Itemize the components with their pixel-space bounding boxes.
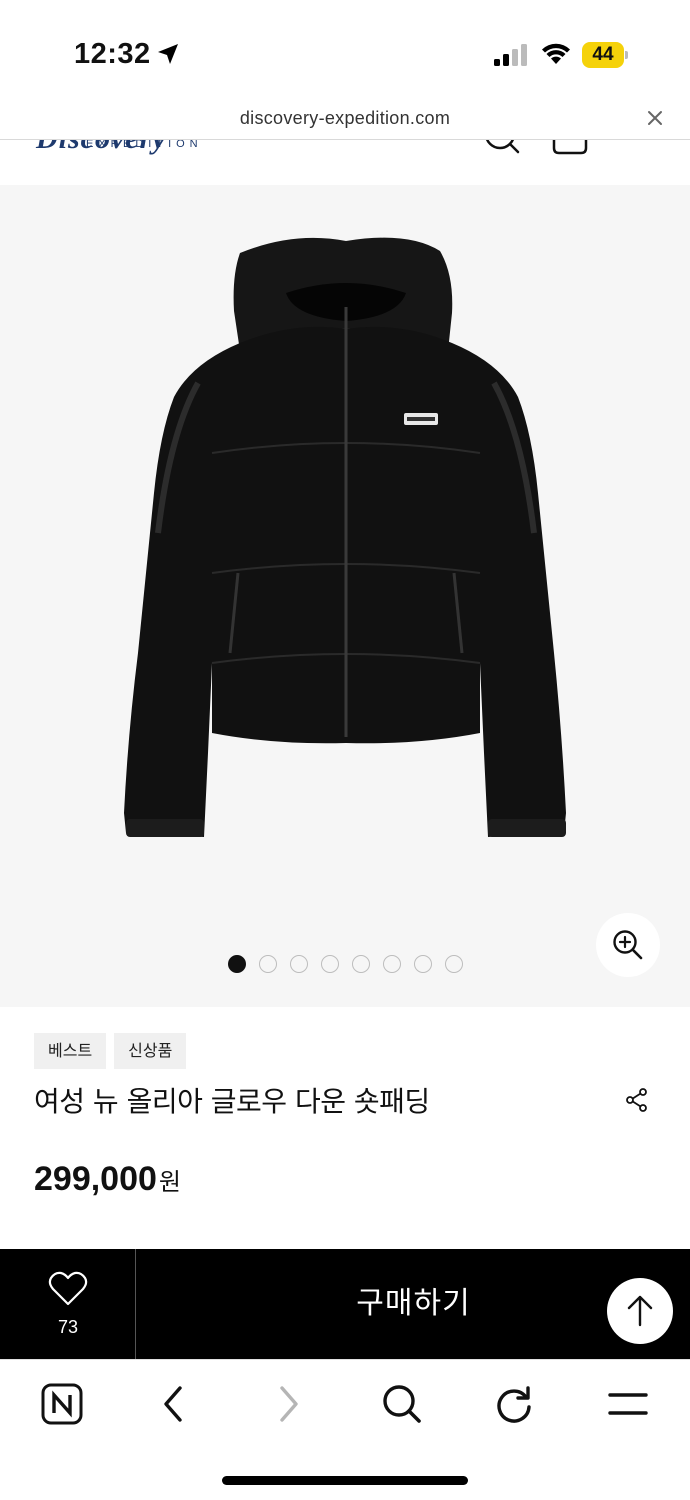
menu-icon[interactable] [620, 140, 656, 152]
logo-subtitle: EXPEDITION [86, 140, 203, 150]
slide-dot[interactable] [321, 955, 339, 973]
slide-dot[interactable] [352, 955, 370, 973]
scroll-top-button[interactable] [607, 1278, 673, 1344]
location-arrow-icon [158, 44, 178, 64]
product-tags: 베스트 신상품 [34, 1033, 187, 1069]
product-price: 299,000원 [34, 1160, 181, 1199]
back-icon[interactable] [152, 1382, 196, 1426]
battery-indicator: 44 [582, 42, 628, 68]
share-icon[interactable] [624, 1087, 650, 1113]
product-gallery[interactable] [0, 185, 690, 1007]
zoom-button[interactable] [596, 913, 660, 977]
like-count: 73 [57, 1317, 79, 1337]
naver-home-icon[interactable] [40, 1382, 84, 1426]
product-image[interactable] [118, 233, 574, 843]
arrow-up-icon [627, 1295, 653, 1327]
price-unit: 원 [158, 1168, 181, 1196]
battery-level: 44 [582, 42, 624, 68]
slide-dot[interactable] [445, 955, 463, 973]
tag-best: 베스트 [34, 1033, 107, 1069]
slide-dot[interactable] [290, 955, 308, 973]
zoom-in-icon [613, 930, 643, 960]
wifi-icon [542, 43, 570, 64]
forward-icon [280, 1386, 298, 1422]
home-indicator[interactable] [222, 1476, 468, 1485]
search-icon[interactable] [484, 140, 520, 156]
heart-icon [48, 1271, 88, 1306]
slide-dot[interactable] [414, 955, 432, 973]
price-amount: 299,000 [34, 1160, 157, 1198]
like-button[interactable]: 73 [0, 1249, 136, 1359]
cellular-signal-icon [494, 44, 527, 66]
search-icon[interactable] [380, 1382, 424, 1426]
refresh-icon[interactable] [492, 1382, 536, 1426]
purchase-bar: 73 구매하기 [0, 1249, 690, 1359]
status-bar: 12:32 44 [0, 0, 690, 100]
slide-dot-active[interactable] [228, 955, 246, 973]
close-icon[interactable] [646, 109, 664, 127]
url-text[interactable]: discovery-expedition.com [0, 108, 690, 129]
slide-indicator [228, 955, 463, 973]
cart-icon[interactable] [550, 140, 590, 156]
product-title: 여성 뉴 올리아 글로우 다운 숏패딩 [34, 1085, 430, 1118]
menu-icon[interactable] [606, 1382, 650, 1426]
battery-cap [625, 51, 628, 59]
status-time: 12:32 [74, 38, 151, 70]
site-header: Discovery EXPEDITION [0, 140, 690, 185]
url-bar[interactable]: discovery-expedition.com [0, 100, 690, 140]
tag-new: 신상품 [114, 1033, 187, 1069]
site-logo[interactable]: Discovery EXPEDITION [36, 140, 236, 160]
slide-dot[interactable] [383, 955, 401, 973]
slide-dot[interactable] [259, 955, 277, 973]
